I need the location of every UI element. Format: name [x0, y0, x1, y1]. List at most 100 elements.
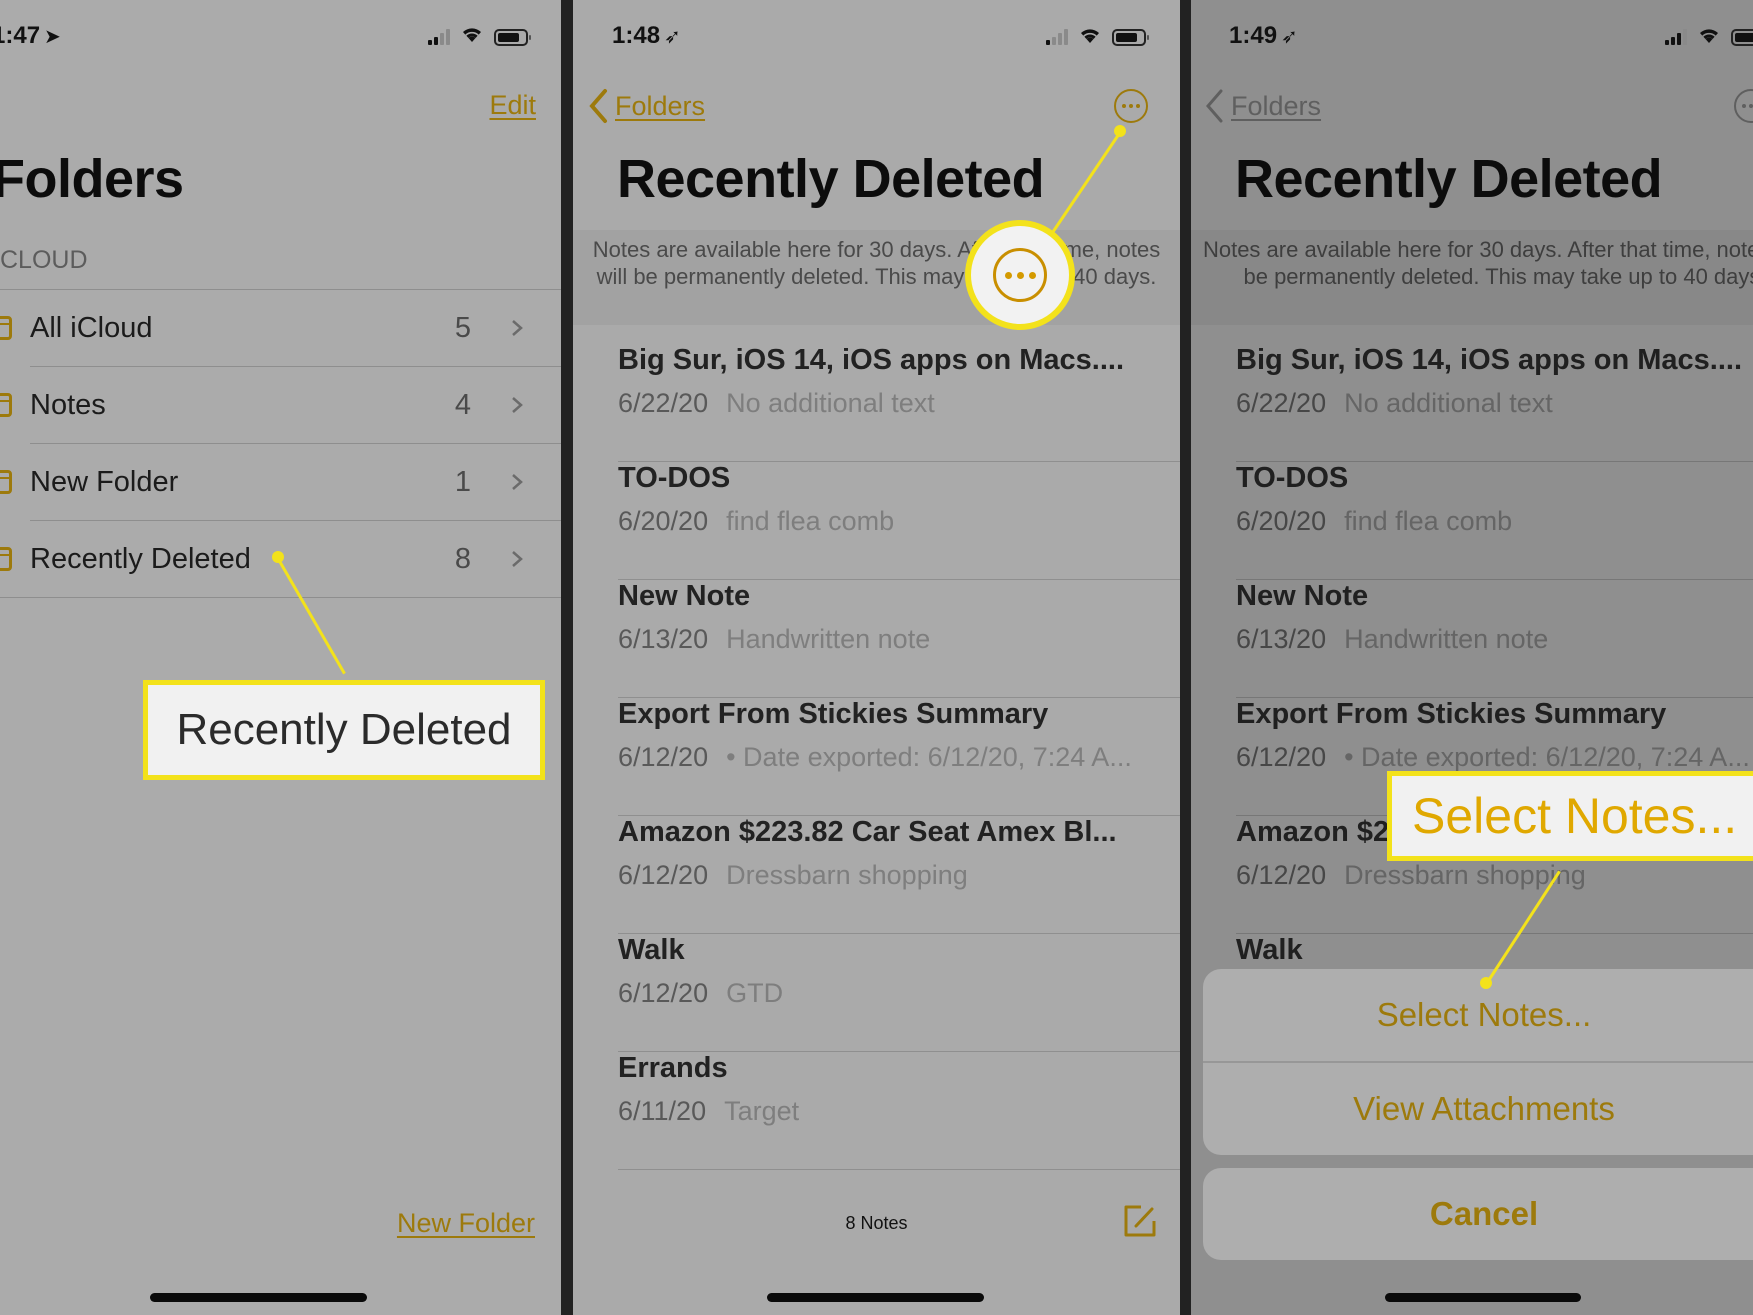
- info-banner-text: Notes are available here for 30 days. Af…: [592, 237, 1161, 289]
- chevron-left-icon: [589, 89, 607, 123]
- note-date: 6/22/20: [618, 388, 709, 418]
- cellular-signal-icon: [1665, 29, 1687, 45]
- note-preview: No additional text: [1344, 388, 1553, 418]
- note-title: Amazon $223.82 Car Seat Amex Bl...: [618, 816, 1117, 848]
- note-title: Walk: [618, 934, 685, 966]
- back-button[interactable]: Folders: [587, 88, 705, 124]
- note-row[interactable]: Errands 6/11/20 Target: [618, 1052, 1180, 1170]
- note-title: Export From Stickies Summary: [618, 698, 1049, 730]
- status-time-text: 1:47: [0, 22, 41, 49]
- location-arrow-icon: ➶: [664, 26, 681, 48]
- note-row[interactable]: Amazon $223.82 Car Seat Amex Bl... 6/12/…: [618, 816, 1180, 934]
- chevron-left-icon: [1206, 89, 1223, 123]
- view-attachments-button[interactable]: View Attachments: [1203, 1063, 1753, 1155]
- note-title: Export From Stickies Summary: [1236, 698, 1667, 730]
- cellular-signal-icon: [428, 29, 450, 45]
- note-title: Big Sur, iOS 14, iOS apps on Macs....: [1236, 344, 1743, 376]
- note-preview: No additional text: [726, 388, 935, 418]
- back-button-label: Folders: [615, 90, 706, 121]
- note-date: 6/12/20: [1236, 742, 1327, 772]
- location-arrow-icon: ➤: [44, 26, 61, 48]
- wifi-icon: [1078, 26, 1102, 49]
- action-sheet-screen: 1:49 ➶ Folders Recently Deleted Notes are…: [1191, 0, 1753, 1315]
- note-title: New Note: [618, 580, 751, 612]
- status-time-text: 1:48: [612, 22, 661, 49]
- home-indicator[interactable]: [1385, 1293, 1581, 1302]
- home-indicator[interactable]: [150, 1293, 367, 1302]
- folder-row-notes[interactable]: Notes 4: [0, 367, 561, 444]
- cancel-button[interactable]: Cancel: [1203, 1168, 1753, 1260]
- callout-text: Recently Deleted: [176, 705, 512, 754]
- note-date: 6/13/20: [618, 624, 709, 654]
- folder-name: Recently Deleted: [30, 543, 251, 575]
- note-date: 6/12/20: [618, 978, 709, 1008]
- note-date: 6/12/20: [618, 860, 709, 890]
- note-title: New Note: [1236, 580, 1369, 612]
- note-date: 6/12/20: [618, 742, 709, 772]
- note-preview: • Date exported: 6/12/20, 7:24 A...: [1344, 742, 1750, 772]
- page-title: Recently Deleted: [617, 149, 1045, 209]
- wifi-icon: [460, 25, 484, 49]
- callout-text: Select Notes...: [1412, 788, 1738, 844]
- note-date: 6/11/20: [618, 1096, 707, 1126]
- more-options-button[interactable]: [1114, 89, 1148, 123]
- note-row[interactable]: TO-DOS 6/20/20 find flea comb: [1236, 462, 1753, 580]
- note-preview: find flea comb: [726, 506, 895, 536]
- new-folder-button[interactable]: New Folder: [397, 1208, 535, 1239]
- section-header-icloud: CLOUD: [0, 246, 88, 274]
- note-row[interactable]: Big Sur, iOS 14, iOS apps on Macs.... 6/…: [618, 344, 1180, 462]
- note-row[interactable]: TO-DOS 6/20/20 find flea comb: [618, 462, 1180, 580]
- battery-icon: [1112, 28, 1149, 46]
- back-button[interactable]: Folders: [1203, 88, 1321, 124]
- folders-screen: 1:47➤ Edit Folders CLOUD All iCloud 5 No…: [0, 0, 561, 1315]
- callout-more-options: [965, 220, 1075, 330]
- edit-button[interactable]: Edit: [489, 90, 536, 121]
- note-row[interactable]: Walk 6/12/20 GTD: [618, 934, 1180, 1052]
- note-title: Errands: [618, 1052, 728, 1084]
- folder-icon: [0, 470, 12, 494]
- note-row[interactable]: New Note 6/13/20 Handwritten note: [1236, 580, 1753, 698]
- status-icons: [428, 25, 531, 49]
- more-options-button[interactable]: [1734, 89, 1753, 123]
- folder-count: 8: [454, 543, 471, 575]
- note-date: 6/20/20: [1236, 506, 1327, 536]
- callout-recently-deleted: Recently Deleted: [143, 680, 545, 780]
- folder-row-all-icloud[interactable]: All iCloud 5: [0, 290, 561, 367]
- page-title: Recently Deleted: [1235, 149, 1663, 209]
- note-preview: Dressbarn shopping: [726, 860, 968, 890]
- note-title: Walk: [1236, 934, 1303, 966]
- chevron-right-icon: [512, 474, 523, 490]
- note-title: TO-DOS: [1236, 462, 1349, 494]
- panel-divider: [1180, 0, 1191, 1315]
- cellular-signal-icon: [1046, 29, 1068, 45]
- select-notes-button[interactable]: Select Notes...: [1203, 969, 1753, 1061]
- home-indicator[interactable]: [767, 1293, 984, 1302]
- note-preview: Target: [724, 1096, 800, 1126]
- folder-row-new-folder[interactable]: New Folder 1: [0, 444, 561, 521]
- folder-count: 5: [454, 312, 471, 344]
- cancel-group: Cancel: [1203, 1168, 1753, 1260]
- action-sheet: Select Notes... View Attachments: [1203, 969, 1753, 1155]
- note-preview: Handwritten note: [1344, 624, 1549, 654]
- note-preview: Handwritten note: [726, 624, 931, 654]
- row-separator: [0, 597, 561, 598]
- chevron-right-icon: [512, 320, 523, 336]
- compose-icon[interactable]: [1121, 1203, 1159, 1241]
- note-preview: find flea comb: [1344, 506, 1513, 536]
- callout-select-notes: Select Notes...: [1387, 771, 1753, 861]
- folder-icon: [0, 547, 12, 571]
- note-row[interactable]: New Note 6/13/20 Handwritten note: [618, 580, 1180, 698]
- note-row[interactable]: Export From Stickies Summary 6/12/20 • Da…: [618, 698, 1180, 816]
- battery-icon: [1731, 28, 1753, 46]
- chevron-right-icon: [512, 397, 523, 413]
- note-date: 6/12/20: [1236, 860, 1327, 890]
- note-row[interactable]: Big Sur, iOS 14, iOS apps on Macs.... 6/…: [1236, 344, 1753, 462]
- folder-icon: [0, 316, 12, 340]
- status-time: 1:48 ➶: [612, 22, 681, 50]
- folder-name: New Folder: [30, 466, 179, 498]
- recently-deleted-screen: 1:48 ➶ Folders Recently Deleted Notes are…: [573, 0, 1180, 1315]
- page-title: Folders: [0, 149, 184, 209]
- folder-count: 4: [454, 389, 471, 421]
- back-button-label: Folders: [1231, 90, 1322, 121]
- info-banner-text: Notes are available here for 30 days. Af…: [1202, 237, 1753, 289]
